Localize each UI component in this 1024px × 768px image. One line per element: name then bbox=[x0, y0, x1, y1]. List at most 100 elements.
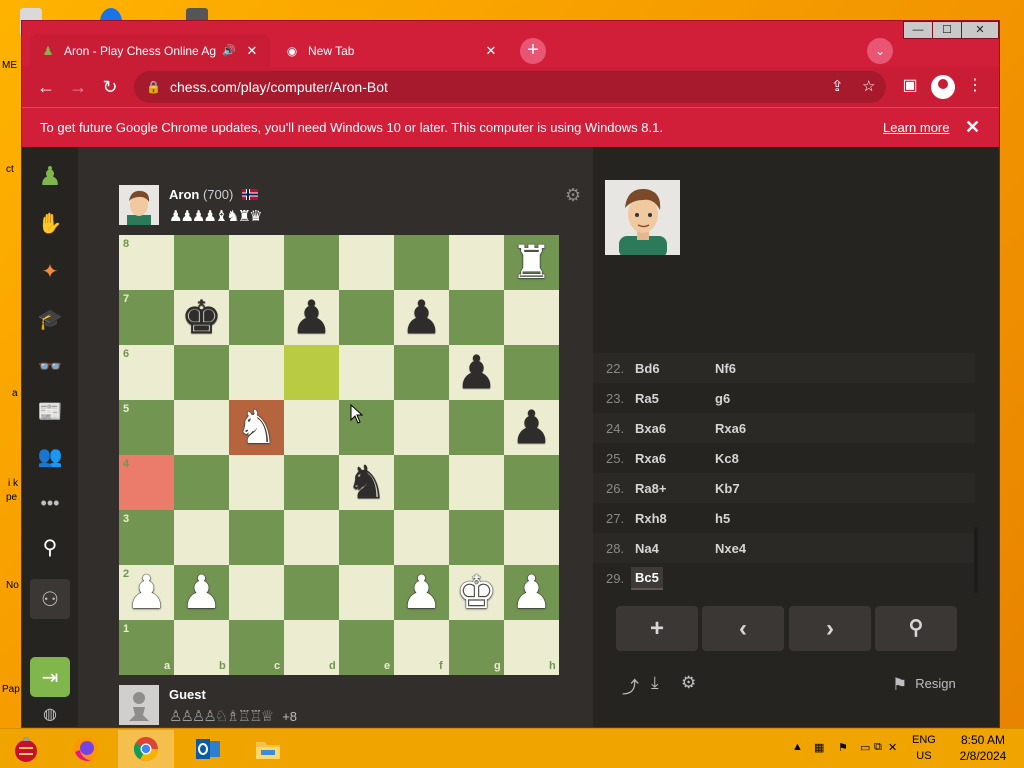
black-move[interactable]: Kc8 bbox=[715, 451, 739, 466]
white-move[interactable]: Ra8+ bbox=[635, 481, 666, 496]
square-b4[interactable] bbox=[174, 455, 229, 510]
square-b3[interactable] bbox=[174, 510, 229, 565]
reload-icon[interactable]: ↻ bbox=[98, 75, 122, 99]
share-icon[interactable]: ⤴ bbox=[622, 673, 639, 698]
desktop-label[interactable]: Pap bbox=[2, 684, 20, 695]
square-h3[interactable] bbox=[504, 510, 559, 565]
opponent-name[interactable]: Aron bbox=[169, 187, 199, 202]
square-e6[interactable] bbox=[339, 345, 394, 400]
lock-icon[interactable]: 🔒 bbox=[146, 80, 161, 94]
square-c8[interactable] bbox=[229, 235, 284, 290]
desktop-label[interactable]: i k bbox=[8, 478, 18, 489]
watch-icon[interactable]: 👓 bbox=[36, 352, 64, 380]
maximize-button[interactable]: ☐ bbox=[932, 21, 962, 39]
chesscom-logo-icon[interactable]: ♟ bbox=[36, 161, 64, 191]
black-move[interactable]: Nxe4 bbox=[715, 541, 746, 556]
show-hidden-icons[interactable]: ▲ bbox=[792, 741, 803, 753]
white-rook-icon[interactable]: ♜ bbox=[504, 235, 559, 290]
tab-search-button[interactable]: ⌄ bbox=[867, 38, 893, 64]
black-move[interactable]: g6 bbox=[715, 391, 730, 406]
white-pawn-icon[interactable]: ♟ bbox=[394, 565, 449, 620]
download-icon[interactable]: ⤓ bbox=[651, 673, 659, 693]
square-g7[interactable] bbox=[449, 290, 504, 345]
settings-gear-icon[interactable]: ⚙ bbox=[681, 673, 696, 693]
square-e8[interactable] bbox=[339, 235, 394, 290]
square-c3[interactable] bbox=[229, 510, 284, 565]
white-move[interactable]: Bxa6 bbox=[635, 421, 666, 436]
minimize-button[interactable]: — bbox=[903, 21, 933, 39]
taskbar-firefox[interactable] bbox=[58, 730, 114, 768]
speaker-icon[interactable]: 🔊 bbox=[222, 44, 238, 57]
network-icon[interactable]: ▦ bbox=[814, 741, 824, 754]
desktop-label[interactable]: No bbox=[6, 580, 19, 591]
profile-avatar-icon[interactable] bbox=[931, 75, 955, 99]
square-c4[interactable] bbox=[229, 455, 284, 510]
square-h4[interactable] bbox=[504, 455, 559, 510]
white-move[interactable]: Rxh8 bbox=[635, 511, 667, 526]
new-game-button[interactable]: + bbox=[616, 606, 698, 651]
black-move[interactable]: Rxa6 bbox=[715, 421, 746, 436]
analyze-button[interactable]: ⚲ bbox=[875, 606, 957, 651]
black-move[interactable]: Kb7 bbox=[715, 481, 740, 496]
square-e3[interactable] bbox=[339, 510, 394, 565]
white-move[interactable]: Ra5 bbox=[635, 391, 659, 406]
square-c7[interactable] bbox=[229, 290, 284, 345]
desktop-label[interactable]: a bbox=[12, 388, 18, 399]
close-tab-icon[interactable]: ✕ bbox=[244, 43, 260, 59]
square-d3[interactable] bbox=[284, 510, 339, 565]
white-knight-icon[interactable]: ♞ bbox=[229, 400, 284, 455]
square-e5[interactable] bbox=[339, 400, 394, 455]
white-king-icon[interactable]: ♚ bbox=[449, 565, 504, 620]
login-button[interactable]: ⇥ bbox=[30, 657, 70, 697]
puzzles-icon[interactable]: ✦ bbox=[36, 257, 64, 285]
learn-more-link[interactable]: Learn more bbox=[883, 120, 949, 135]
chess-board[interactable]: 8 7 6 5 4 3 2 1 a b c d e f g h ♜ ♚ ♟ ♟ ♟ ♞ ♟ ♞ ♟ ♟ ♟ ♚ ♟ bbox=[119, 235, 560, 676]
white-pawn-icon[interactable]: ♟ bbox=[119, 565, 174, 620]
volume-muted-icon[interactable]: ✕ bbox=[888, 741, 897, 754]
black-king-icon[interactable]: ♚ bbox=[174, 290, 229, 345]
square-d6[interactable] bbox=[284, 345, 339, 400]
square-c6[interactable] bbox=[229, 345, 284, 400]
back-arrow-icon[interactable]: ← bbox=[34, 75, 58, 99]
square-e7[interactable] bbox=[339, 290, 394, 345]
black-move[interactable]: h5 bbox=[715, 511, 730, 526]
white-move[interactable]: Bd6 bbox=[635, 361, 660, 376]
move-list-scrollbar[interactable] bbox=[974, 527, 978, 593]
square-g5[interactable] bbox=[449, 400, 504, 455]
move-list[interactable]: 22. Bd6 Nf6 23. Ra5 g6 24. Bxa6 Rxa6 25. Rxa6 Kc8 26… bbox=[593, 353, 975, 593]
search-icon[interactable]: ⚲ bbox=[36, 533, 64, 561]
news-icon[interactable]: 📰 bbox=[36, 397, 64, 425]
black-pawn-icon[interactable]: ♟ bbox=[394, 290, 449, 345]
taskbar-chrome[interactable] bbox=[118, 730, 174, 768]
white-move[interactable]: Rxa6 bbox=[635, 451, 666, 466]
white-pawn-icon[interactable]: ♟ bbox=[174, 565, 229, 620]
black-move[interactable]: Nf6 bbox=[715, 361, 736, 376]
black-pawn-icon[interactable]: ♟ bbox=[449, 345, 504, 400]
square-g3[interactable] bbox=[449, 510, 504, 565]
square-g8[interactable] bbox=[449, 235, 504, 290]
square-b5[interactable] bbox=[174, 400, 229, 455]
white-pawn-icon[interactable]: ♟ bbox=[504, 565, 559, 620]
square-f4[interactable] bbox=[394, 455, 449, 510]
opponent-avatar[interactable] bbox=[119, 185, 159, 225]
globe-icon[interactable]: ◍ bbox=[36, 700, 64, 727]
input-language[interactable]: ENG US bbox=[912, 732, 936, 764]
white-move[interactable]: Na4 bbox=[635, 541, 659, 556]
forward-arrow-icon[interactable]: → bbox=[66, 75, 90, 99]
square-c2[interactable] bbox=[229, 565, 284, 620]
square-f8[interactable] bbox=[394, 235, 449, 290]
close-tab-icon[interactable]: ✕ bbox=[483, 43, 499, 59]
menu-kebab-icon[interactable]: ⋮ bbox=[963, 75, 987, 95]
square-h7[interactable] bbox=[504, 290, 559, 345]
close-window-button[interactable]: ✕ bbox=[961, 21, 999, 39]
close-infobar-icon[interactable]: ✕ bbox=[965, 117, 980, 138]
tab-chess[interactable]: ♟ Aron - Play Chess Online Ag 🔊 ✕ bbox=[30, 34, 270, 67]
user-avatar[interactable] bbox=[119, 685, 159, 725]
square-f3[interactable] bbox=[394, 510, 449, 565]
taskbar-outlook[interactable] bbox=[180, 730, 236, 768]
square-d4[interactable] bbox=[284, 455, 339, 510]
start-button[interactable] bbox=[0, 730, 52, 768]
action-center-flag-icon[interactable]: ⚑ bbox=[838, 741, 848, 754]
side-panel-icon[interactable]: ▣ bbox=[898, 75, 922, 95]
black-knight-icon[interactable]: ♞ bbox=[339, 455, 394, 510]
